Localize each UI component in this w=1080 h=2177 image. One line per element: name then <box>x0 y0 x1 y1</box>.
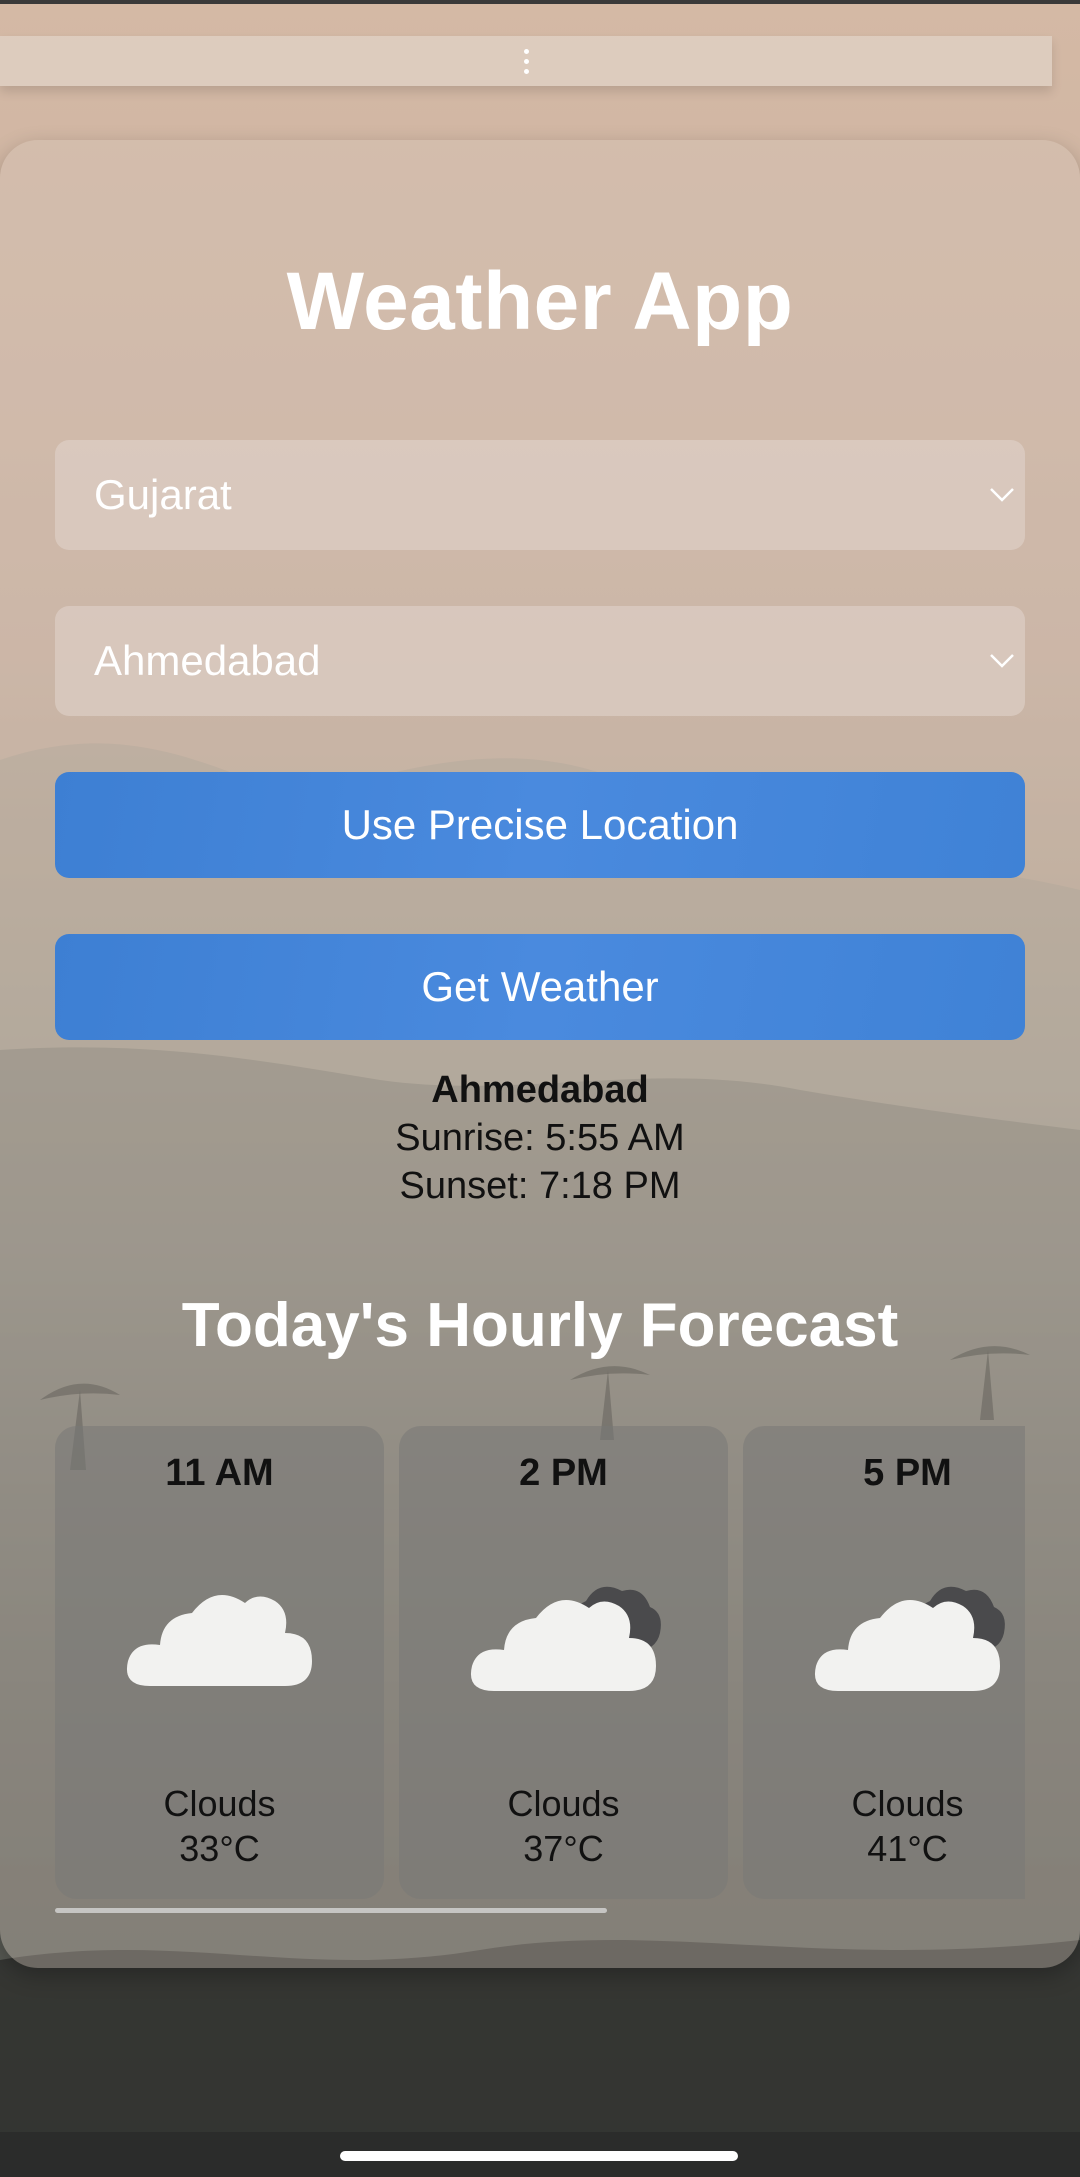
sunrise-text: Sunrise: 5:55 AM <box>395 1117 685 1159</box>
forecast-desc: Clouds 41°C <box>743 1781 1025 1871</box>
current-info: Ahmedabad Sunrise: 5:55 AM Sunset: 7:18 … <box>0 1066 1080 1210</box>
chevron-down-icon <box>990 654 1014 668</box>
status-strip <box>0 0 1080 4</box>
city-select[interactable]: Ahmedabad <box>55 606 1025 716</box>
forecast-desc: Clouds 37°C <box>399 1781 728 1871</box>
forecast-condition: Clouds <box>851 1783 964 1824</box>
cloud-icon <box>126 1595 312 1686</box>
current-city: Ahmedabad <box>431 1069 649 1111</box>
hourly-forecast-list[interactable]: 11 AM Clouds 33°C 2 PM Clouds 37°C 5 PM <box>55 1426 1025 1904</box>
forecast-time: 2 PM <box>519 1452 608 1494</box>
forecast-time: 5 PM <box>863 1452 952 1494</box>
get-weather-button[interactable]: Get Weather <box>55 934 1025 1040</box>
forecast-title: Today's Hourly Forecast <box>181 1291 899 1360</box>
home-indicator[interactable] <box>340 2151 738 2161</box>
state-select[interactable]: Gujarat <box>55 440 1025 550</box>
state-select-value: Gujarat <box>94 471 232 518</box>
horizontal-scrollbar[interactable] <box>55 1908 607 1913</box>
top-menu-bar <box>0 36 1052 86</box>
cloudy-icon <box>470 1586 661 1691</box>
forecast-card: 2 PM Clouds 37°C <box>399 1426 728 1899</box>
forecast-temp: 33°C <box>179 1828 260 1869</box>
forecast-card: 5 PM Clouds 41°C <box>743 1426 1025 1899</box>
weather-card: Weather App Gujarat Ahmedabad Use Precis… <box>0 140 1080 1968</box>
forecast-condition: Clouds <box>163 1783 276 1824</box>
more-vertical-icon[interactable] <box>518 43 535 80</box>
chevron-down-icon <box>990 488 1014 502</box>
forecast-condition: Clouds <box>507 1783 620 1824</box>
forecast-temp: 41°C <box>867 1828 948 1869</box>
use-precise-location-button[interactable]: Use Precise Location <box>55 772 1025 878</box>
forecast-temp: 37°C <box>523 1828 604 1869</box>
app-title: Weather App <box>286 256 794 347</box>
cloudy-icon <box>814 1586 1005 1691</box>
forecast-card: 11 AM Clouds 33°C <box>55 1426 384 1899</box>
sunset-text: Sunset: 7:18 PM <box>399 1165 681 1207</box>
city-select-value: Ahmedabad <box>94 637 321 684</box>
forecast-time: 11 AM <box>165 1452 274 1494</box>
forecast-desc: Clouds 33°C <box>55 1781 384 1871</box>
